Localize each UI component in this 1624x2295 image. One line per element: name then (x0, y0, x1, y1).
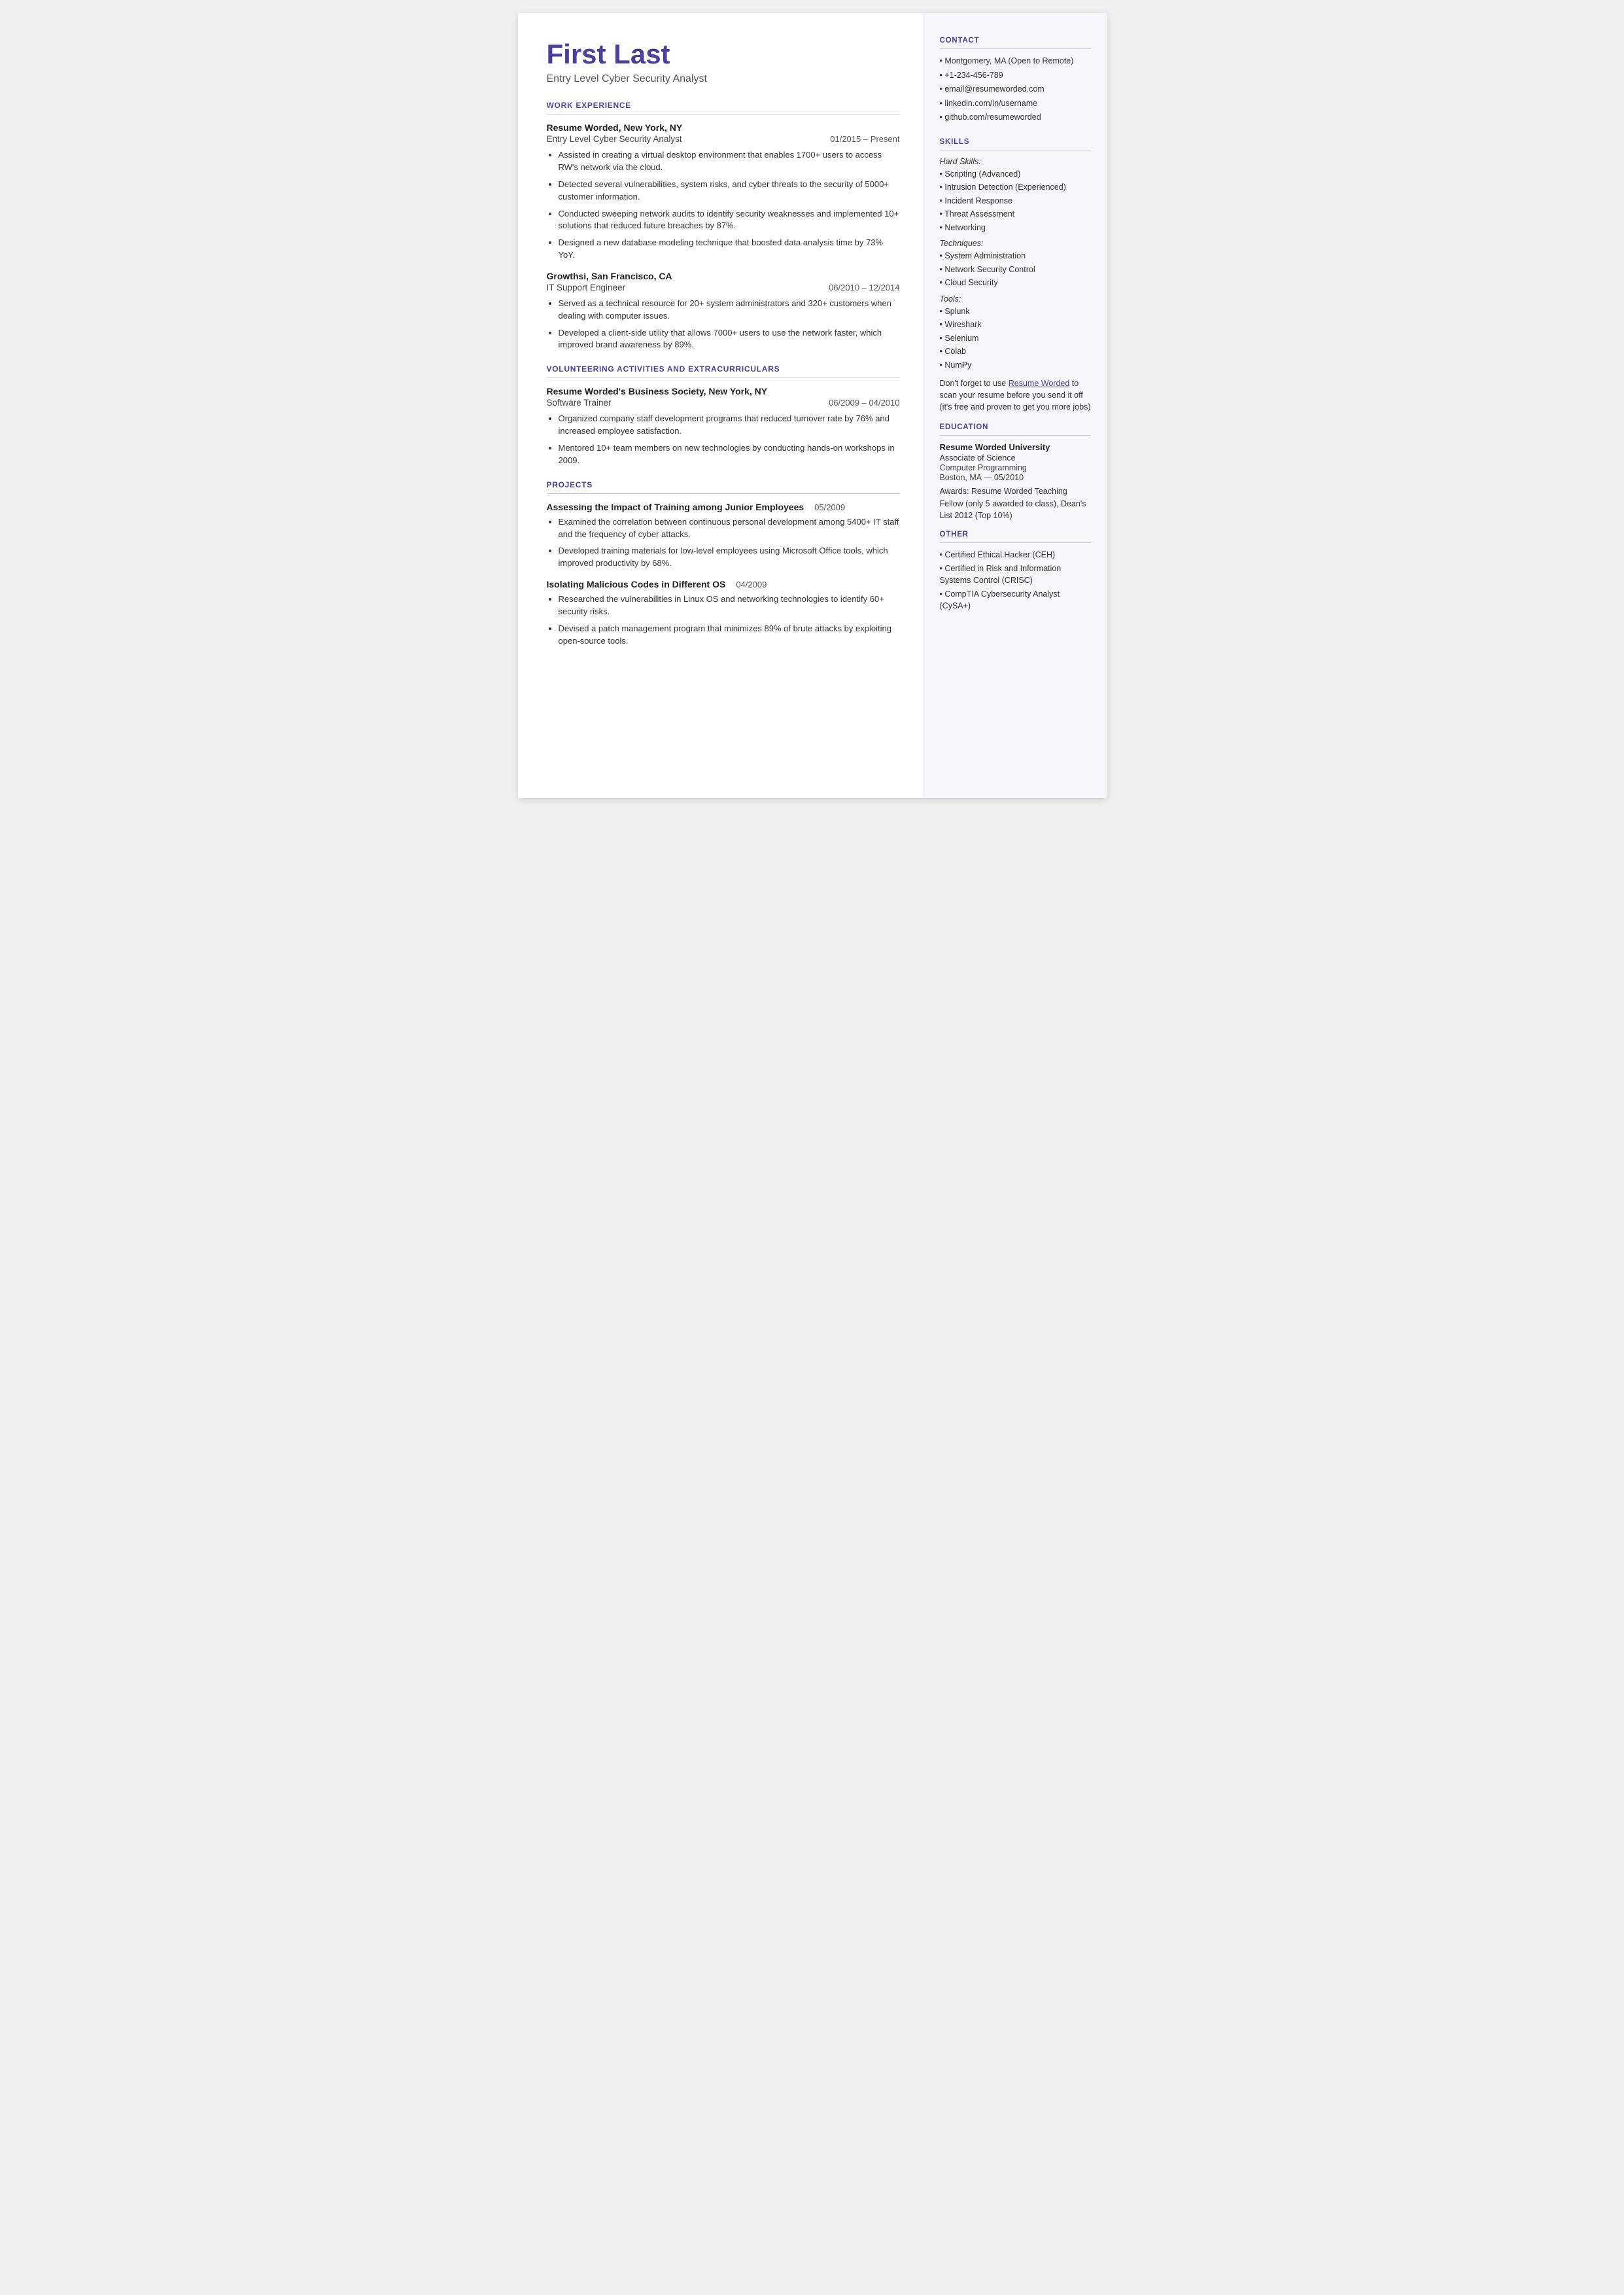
work-experience-section-title: WORK EXPERIENCE (547, 101, 900, 110)
other-item: CompTIA Cybersecurity Analyst (CySA+) (940, 589, 1091, 612)
volunteering-divider (547, 377, 900, 378)
promo-text: Don't forget to use Resume Worded to sca… (940, 377, 1091, 413)
resume-page: First Last Entry Level Cyber Security An… (518, 13, 1107, 798)
skill-item: System Administration (940, 251, 1091, 262)
skill-item: Network Security Control (940, 264, 1091, 276)
promo-link[interactable]: Resume Worded (1009, 379, 1070, 388)
contact-item-phone: +1-234-456-789 (940, 70, 1091, 82)
project-1-header: Assessing the Impact of Training among J… (547, 502, 900, 512)
skill-item: Networking (940, 222, 1091, 234)
project-1-date: 05/2009 (814, 502, 845, 512)
job-2-bullets: Served as a technical resource for 20+ s… (559, 296, 900, 351)
other-section-title: OTHER (940, 531, 1091, 538)
job-1-header: Resume Worded, New York, NY (547, 122, 900, 133)
contact-item-email: email@resumeworded.com (940, 84, 1091, 96)
contact-divider (940, 48, 1091, 49)
list-item: Organized company staff development prog… (559, 412, 900, 438)
job-1-title-row: Entry Level Cyber Security Analyst 01/20… (547, 134, 900, 144)
vol-1-bullets: Organized company staff development prog… (559, 412, 900, 466)
techniques-label: Techniques: (940, 239, 1091, 248)
list-item: Devised a patch management program that … (559, 622, 900, 648)
tools-list: Splunk Wireshark Selenium Colab NumPy (940, 306, 1091, 372)
job-2-company: Growthsi, San Francisco, CA (547, 271, 672, 281)
contact-section-title: CONTACT (940, 37, 1091, 44)
list-item: Detected several vulnerabilities, system… (559, 177, 900, 203)
job-block-2: Growthsi, San Francisco, CA IT Support E… (547, 271, 900, 351)
skill-item: Splunk (940, 306, 1091, 318)
job-1-company: Resume Worded, New York, NY (547, 122, 683, 133)
list-item: Designed a new database modeling techniq… (559, 236, 900, 262)
skill-item: Incident Response (940, 196, 1091, 207)
promo-text-before: Don't forget to use (940, 379, 1009, 388)
vol-1-title-row: Software Trainer 06/2009 – 04/2010 (547, 398, 900, 408)
vol-1-header: Resume Worded's Business Society, New Yo… (547, 386, 900, 396)
edu-awards: Awards: Resume Worded Teaching Fellow (o… (940, 485, 1091, 521)
skill-item: Intrusion Detection (Experienced) (940, 182, 1091, 194)
right-column: CONTACT Montgomery, MA (Open to Remote) … (924, 13, 1107, 798)
candidate-subtitle: Entry Level Cyber Security Analyst (547, 73, 900, 85)
project-2-title: Isolating Malicious Codes in Different O… (547, 579, 726, 589)
job-2-title: IT Support Engineer (547, 283, 626, 292)
projects-divider (547, 493, 900, 494)
contact-item-location: Montgomery, MA (Open to Remote) (940, 56, 1091, 67)
list-item: Researched the vulnerabilities in Linux … (559, 592, 900, 618)
job-1-bullets: Assisted in creating a virtual desktop e… (559, 148, 900, 262)
job-block-1: Resume Worded, New York, NY Entry Level … (547, 122, 900, 262)
hard-skills-list: Scripting (Advanced) Intrusion Detection… (940, 169, 1091, 234)
list-item: Conducted sweeping network audits to ide… (559, 207, 900, 233)
skills-section-title: SKILLS (940, 138, 1091, 146)
project-block-2: Isolating Malicious Codes in Different O… (547, 579, 900, 647)
skill-item: Cloud Security (940, 277, 1091, 289)
left-column: First Last Entry Level Cyber Security An… (518, 13, 924, 798)
other-divider (940, 542, 1091, 543)
contact-list: Montgomery, MA (Open to Remote) +1-234-4… (940, 56, 1091, 124)
job-2-dates: 06/2010 – 12/2014 (829, 283, 899, 292)
project-2-date: 04/2009 (736, 580, 767, 589)
contact-item-linkedin: linkedin.com/in/username (940, 98, 1091, 110)
vol-1-title: Software Trainer (547, 398, 612, 408)
skill-item: Threat Assessment (940, 209, 1091, 220)
hard-skills-label: Hard Skills: (940, 157, 1091, 166)
job-1-dates: 01/2015 – Present (830, 134, 899, 144)
vol-1-dates: 06/2009 – 04/2010 (829, 398, 899, 408)
project-2-header: Isolating Malicious Codes in Different O… (547, 579, 900, 589)
list-item: Developed training materials for low-lev… (559, 544, 900, 570)
list-item: Assisted in creating a virtual desktop e… (559, 148, 900, 174)
candidate-name: First Last (547, 39, 900, 69)
volunteering-section-title: VOLUNTEERING ACTIVITIES AND EXTRACURRICU… (547, 364, 900, 374)
tools-label: Tools: (940, 294, 1091, 304)
list-item: Examined the correlation between continu… (559, 515, 900, 541)
other-item: Certified Ethical Hacker (CEH) (940, 550, 1091, 561)
education-section-title: EDUCATION (940, 423, 1091, 431)
other-list: Certified Ethical Hacker (CEH) Certified… (940, 550, 1091, 612)
techniques-list: System Administration Network Security C… (940, 251, 1091, 289)
job-2-header: Growthsi, San Francisco, CA (547, 271, 900, 281)
edu-field: Computer Programming (940, 463, 1091, 472)
job-1-title: Entry Level Cyber Security Analyst (547, 134, 682, 144)
volunteering-block-1: Resume Worded's Business Society, New Yo… (547, 386, 900, 466)
skill-item: Selenium (940, 333, 1091, 345)
list-item: Mentored 10+ team members on new technol… (559, 441, 900, 467)
list-item: Developed a client-side utility that all… (559, 326, 900, 352)
project-1-bullets: Examined the correlation between continu… (559, 515, 900, 570)
skill-item: NumPy (940, 360, 1091, 372)
skill-item: Colab (940, 346, 1091, 358)
projects-section-title: PROJECTS (547, 480, 900, 489)
education-divider (940, 435, 1091, 436)
list-item: Served as a technical resource for 20+ s… (559, 296, 900, 323)
project-block-1: Assessing the Impact of Training among J… (547, 502, 900, 570)
job-2-title-row: IT Support Engineer 06/2010 – 12/2014 (547, 283, 900, 292)
other-item: Certified in Risk and Information System… (940, 563, 1091, 586)
edu-institution: Resume Worded University (940, 442, 1091, 452)
edu-location: Boston, MA — 05/2010 (940, 473, 1091, 482)
skill-item: Scripting (Advanced) (940, 169, 1091, 181)
skill-item: Wireshark (940, 319, 1091, 331)
vol-1-company: Resume Worded's Business Society, New Yo… (547, 386, 768, 396)
contact-item-github: github.com/resumeworded (940, 112, 1091, 124)
project-1-title: Assessing the Impact of Training among J… (547, 502, 804, 512)
project-2-bullets: Researched the vulnerabilities in Linux … (559, 592, 900, 647)
edu-degree: Associate of Science (940, 453, 1091, 463)
